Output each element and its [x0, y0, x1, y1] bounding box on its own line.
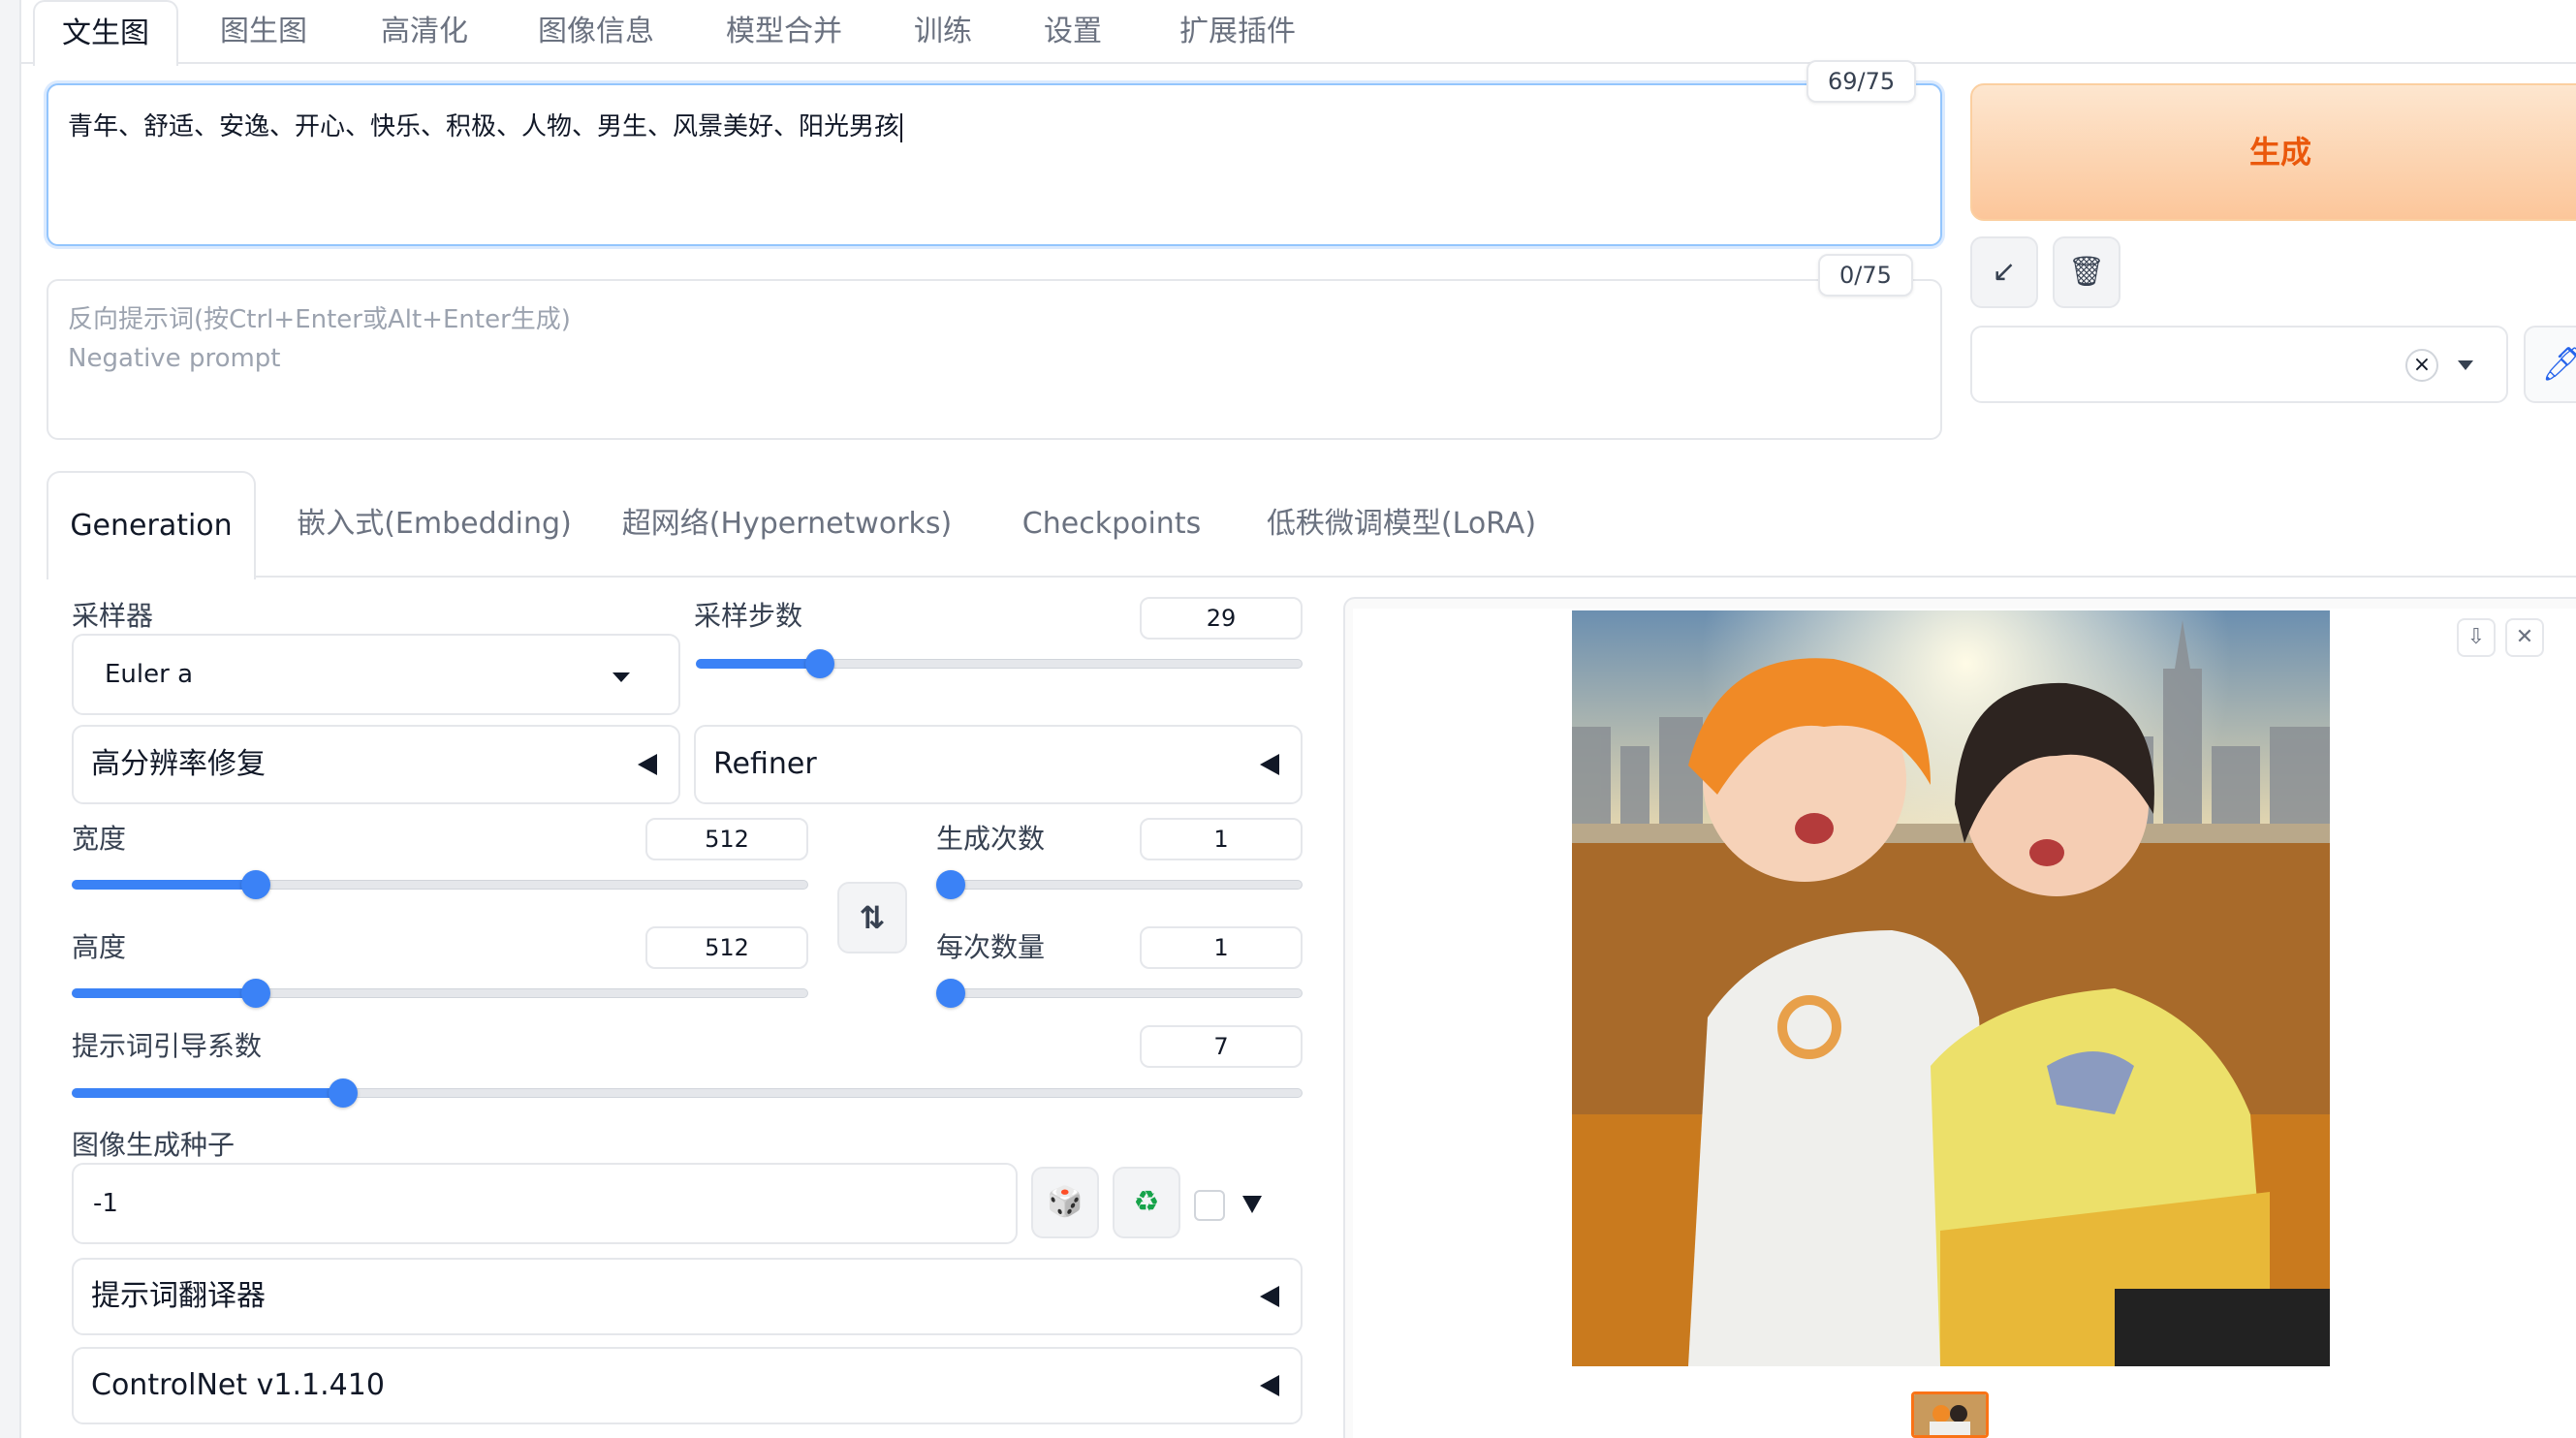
width-label: 宽度 [72, 823, 127, 855]
trash-icon[interactable]: 🗑 [2053, 236, 2120, 308]
batch-count-number-input[interactable]: 1 [1140, 818, 1303, 860]
prompt-translator-label: 提示词翻译器 [91, 1279, 266, 1313]
refiner-accordion[interactable]: Refiner [694, 725, 1303, 804]
batch-size-slider[interactable] [936, 979, 1303, 1008]
negative-prompt-placeholder-2: Negative prompt [68, 344, 281, 373]
width-number-input[interactable]: 512 [645, 818, 808, 860]
slider-thumb[interactable] [241, 979, 271, 1008]
hires-fix-accordion[interactable]: 高分辨率修复 [72, 725, 680, 804]
download-icon[interactable]: ⇩ [2457, 618, 2496, 657]
chevron-down-icon [2458, 360, 2473, 370]
slider-track [936, 880, 1303, 890]
slider-fill [72, 1088, 335, 1098]
collapse-triangle-icon [1260, 754, 1279, 775]
thumbnail-image [1914, 1394, 1986, 1435]
negative-prompt-token-counter: 0/75 [1818, 254, 1913, 297]
seed-label: 图像生成种子 [72, 1129, 236, 1161]
left-edge-bar [0, 0, 21, 1438]
clear-icon[interactable]: × [2405, 349, 2438, 382]
extra-networks-tab-bar: Generation 嵌入式(Embedding) 超网络(Hypernetwo… [47, 471, 2576, 579]
tab-upscale[interactable]: 高清化 [366, 0, 483, 64]
tab-generation[interactable]: Generation [47, 471, 256, 579]
hires-fix-label: 高分辨率修复 [91, 747, 266, 781]
steps-label: 采样步数 [694, 600, 803, 632]
sampler-dropdown[interactable]: Euler a [72, 634, 680, 715]
paste-arrow-icon[interactable]: ↙ [1970, 236, 2038, 308]
batch-size-label: 每次数量 [936, 931, 1046, 963]
close-icon[interactable]: ✕ [2505, 618, 2544, 657]
height-label: 高度 [72, 931, 127, 963]
tab-embedding[interactable]: 嵌入式(Embedding) [289, 471, 580, 578]
tab-image-info[interactable]: 图像信息 [523, 0, 669, 64]
slider-thumb[interactable] [241, 870, 271, 899]
width-slider[interactable] [72, 870, 808, 899]
height-number-input[interactable]: 512 [645, 926, 808, 969]
prompt-input[interactable]: 青年、舒适、安逸、开心、快乐、积极、人物、男生、风景美好、阳光男孩 [47, 83, 1942, 246]
sampler-value: Euler a [105, 660, 194, 689]
tab-checkpoints[interactable]: Checkpoints [990, 471, 1233, 578]
negative-prompt-placeholder-1: 反向提示词(按Ctrl+Enter或Alt+Enter生成) [68, 305, 571, 334]
batch-count-label: 生成次数 [936, 823, 1046, 855]
tab-train[interactable]: 训练 [899, 0, 987, 64]
swap-dimensions-icon[interactable]: ⇅ [837, 882, 907, 953]
tab-img2img[interactable]: 图生图 [205, 0, 322, 64]
slider-thumb[interactable] [936, 870, 965, 899]
negative-prompt-input[interactable]: 反向提示词(按Ctrl+Enter或Alt+Enter生成) Negative … [47, 279, 1942, 440]
generated-image[interactable] [1572, 610, 2330, 1366]
tab-txt2img[interactable]: 文生图 [33, 0, 178, 66]
slider-track [936, 988, 1303, 998]
slider-fill [72, 880, 249, 890]
batch-count-slider[interactable] [936, 870, 1303, 899]
refiner-label: Refiner [713, 747, 817, 781]
tab-lora[interactable]: 低秩微调模型(LoRA) [1258, 471, 1545, 578]
collapse-triangle-icon [1260, 1286, 1279, 1307]
tab-model-merge[interactable]: 模型合并 [711, 0, 857, 64]
top-tab-bar: 文生图 图生图 高清化 图像信息 模型合并 训练 设置 扩展插件 [21, 0, 2576, 66]
cfg-scale-label: 提示词引导系数 [72, 1030, 263, 1062]
slider-fill [72, 988, 249, 998]
slider-thumb[interactable] [805, 649, 835, 678]
collapse-triangle-icon [1260, 1375, 1279, 1396]
prompt-translator-accordion[interactable]: 提示词翻译器 [72, 1258, 1303, 1335]
cfg-scale-number-input[interactable]: 7 [1140, 1025, 1303, 1068]
random-seed-dice-icon[interactable]: 🎲 [1031, 1167, 1099, 1238]
cfg-scale-slider[interactable] [72, 1078, 1303, 1108]
tab-settings[interactable]: 设置 [1029, 0, 1116, 64]
slider-thumb[interactable] [936, 979, 965, 1008]
controlnet-accordion[interactable]: ControlNet v1.1.410 [72, 1347, 1303, 1424]
tab-extensions[interactable]: 扩展插件 [1165, 0, 1310, 64]
prompt-token-counter: 69/75 [1806, 60, 1917, 103]
slider-fill [696, 659, 811, 669]
prompt-text: 青年、舒适、安逸、开心、快乐、积极、人物、男生、风景美好、阳光男孩 [68, 112, 900, 141]
styles-dropdown[interactable]: × [1970, 326, 2508, 403]
height-slider[interactable] [72, 979, 808, 1008]
controlnet-label: ControlNet v1.1.410 [91, 1368, 385, 1402]
collapse-triangle-icon [638, 754, 657, 775]
batch-size-number-input[interactable]: 1 [1140, 926, 1303, 969]
steps-slider[interactable] [696, 649, 1303, 678]
slider-thumb[interactable] [329, 1078, 359, 1108]
generate-button[interactable]: 生成 [1970, 83, 2576, 221]
steps-number-input[interactable]: 29 [1140, 597, 1303, 640]
text-caret [900, 112, 903, 142]
seed-input[interactable]: -1 [72, 1163, 1018, 1244]
sampler-label: 采样器 [72, 600, 154, 632]
tab-hypernetworks[interactable]: 超网络(Hypernetworks) [613, 471, 961, 578]
reuse-seed-recycle-icon[interactable]: ♻ [1113, 1167, 1180, 1238]
gallery-thumbnail[interactable] [1911, 1391, 1989, 1438]
chevron-down-icon [613, 672, 630, 682]
extra-seed-checkbox[interactable] [1194, 1190, 1225, 1221]
extra-seed-triangle-icon[interactable] [1242, 1196, 1262, 1213]
edit-styles-icon[interactable]: 🖊 [2524, 326, 2576, 403]
